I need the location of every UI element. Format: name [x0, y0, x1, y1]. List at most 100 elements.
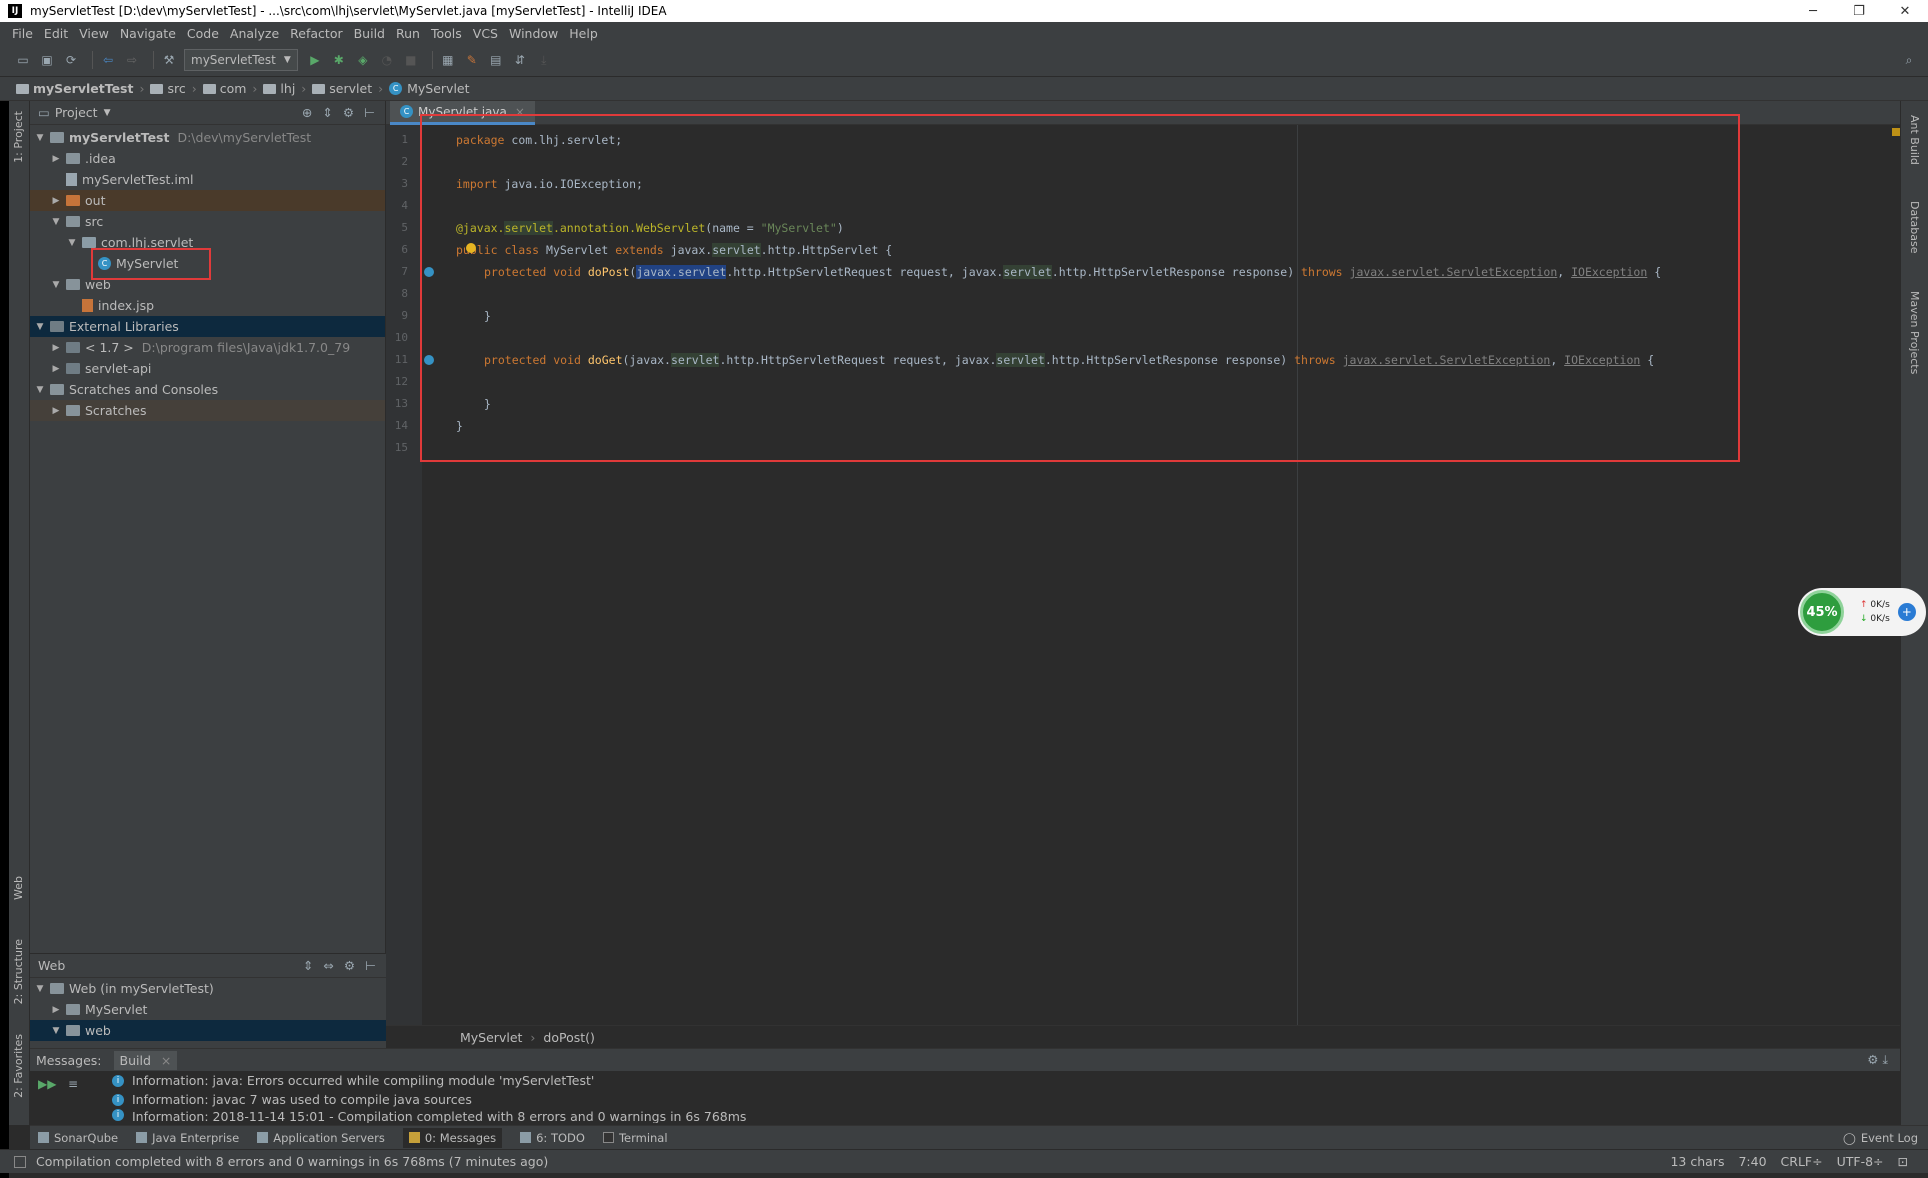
tool-tab-todo[interactable]: 6: TODO — [520, 1131, 585, 1145]
expand-arrow-icon[interactable]: ▼ — [66, 238, 78, 248]
breadcrumb-src[interactable]: src — [150, 81, 186, 96]
expand-arrow-icon[interactable]: ▼ — [34, 984, 46, 994]
tool-tab-maven[interactable]: Maven Projects — [1908, 291, 1921, 374]
tree-item-external-libraries[interactable]: ▼ External Libraries — [30, 316, 385, 337]
expand-arrow-icon[interactable]: ▼ — [34, 322, 46, 332]
message-line[interactable]: i Information: 2018-11-14 15:01 - Compila… — [30, 1109, 1900, 1123]
filter-icon[interactable]: ≡ — [68, 1077, 78, 1091]
menu-file[interactable]: File — [12, 26, 33, 41]
editor-crumb-method[interactable]: doPost() — [543, 1030, 595, 1045]
expand-arrow-icon[interactable]: ▼ — [34, 385, 46, 395]
web-tree-web[interactable]: ▼ web — [30, 1020, 386, 1041]
menu-edit[interactable]: Edit — [44, 26, 68, 41]
tree-item-iml[interactable]: myServletTest.iml — [30, 169, 385, 190]
editor-crumb-class[interactable]: MyServlet — [460, 1030, 522, 1045]
expand-arrow-icon[interactable]: ▼ — [34, 133, 46, 143]
message-line[interactable]: i Information: java: Errors occurred whil… — [30, 1071, 1900, 1090]
breadcrumb-com[interactable]: com — [202, 81, 246, 96]
back-arrow-icon[interactable]: ⇦ — [99, 51, 117, 69]
forward-arrow-icon[interactable]: ⇨ — [123, 51, 141, 69]
event-log-button[interactable]: ◯ Event Log — [1843, 1131, 1918, 1145]
breadcrumb-lhj[interactable]: lhj — [263, 81, 295, 96]
error-stripe-marker[interactable] — [1892, 128, 1900, 136]
tool-tab-ant-build[interactable]: Ant Build — [1908, 115, 1921, 165]
menu-build[interactable]: Build — [354, 26, 385, 41]
collapse-arrow-icon[interactable]: ▶ — [50, 196, 62, 206]
vcs-icon[interactable]: ⇵ — [511, 51, 529, 69]
gear-icon[interactable]: ⚙ — [343, 105, 354, 120]
run-icon[interactable]: ▶ — [306, 51, 324, 69]
open-folder-icon[interactable]: ▭ — [14, 51, 32, 69]
collapse-arrow-icon[interactable]: ▶ — [50, 406, 62, 416]
collapse-arrow-icon[interactable]: ▶ — [50, 364, 62, 374]
build-project-icon[interactable]: ⚒ — [160, 51, 178, 69]
tool-tab-web[interactable]: Web — [12, 876, 25, 900]
maximize-button[interactable]: ❐ — [1836, 4, 1882, 19]
expand-arrow-icon[interactable]: ▼ — [50, 280, 62, 290]
tool-tab-java-enterprise[interactable]: Java Enterprise — [136, 1131, 239, 1145]
tree-item-scratches-consoles[interactable]: ▼ Scratches and Consoles — [30, 379, 385, 400]
expand-all-icon[interactable]: ⇕ — [303, 958, 313, 973]
menu-refactor[interactable]: Refactor — [290, 26, 342, 41]
project-view-select[interactable]: Project — [55, 105, 98, 120]
minimize-button[interactable]: ─ — [1790, 4, 1836, 19]
status-encoding[interactable]: UTF-8÷ — [1837, 1154, 1884, 1169]
tool-tab-sonarqube[interactable]: SonarQube — [38, 1131, 118, 1145]
tree-item-src[interactable]: ▼ src — [30, 211, 385, 232]
tree-item-index-jsp[interactable]: index.jsp — [30, 295, 385, 316]
menu-run[interactable]: Run — [396, 26, 420, 41]
run-configuration-select[interactable]: myServletTest ▼ — [184, 49, 298, 71]
menu-help[interactable]: Help — [569, 26, 598, 41]
tree-item-out[interactable]: ▶ out — [30, 190, 385, 211]
collapse-arrow-icon[interactable]: ▶ — [50, 343, 62, 353]
tool-tab-application-servers[interactable]: Application Servers — [257, 1131, 385, 1145]
menu-vcs[interactable]: VCS — [473, 26, 498, 41]
sync-icon[interactable]: ⟳ — [62, 51, 80, 69]
save-icon[interactable]: ▣ — [38, 51, 56, 69]
status-caret-position[interactable]: 7:40 — [1738, 1154, 1766, 1169]
tree-item-idea[interactable]: ▶ .idea — [30, 148, 385, 169]
menu-analyze[interactable]: Analyze — [230, 26, 279, 41]
breadcrumb-myservlet[interactable]: C MyServlet — [389, 81, 470, 96]
profile-icon[interactable]: ◔ — [378, 51, 396, 69]
tool-tab-terminal[interactable]: Terminal — [602, 1131, 668, 1145]
collapse-all-icon[interactable]: ⇕ — [322, 105, 332, 120]
download-icon[interactable]: ⤓ — [535, 51, 553, 69]
messages-tab-build[interactable]: Build × — [113, 1050, 178, 1070]
network-speed-widget[interactable]: 45% ↑ 0K/s ↓ 0K/s + — [1798, 588, 1926, 636]
hide-panel-icon[interactable]: ⊢ — [365, 958, 376, 973]
tool-tab-project[interactable]: 1: Project — [12, 111, 25, 163]
menu-window[interactable]: Window — [509, 26, 558, 41]
tree-item-servlet-api[interactable]: ▶ servlet-api — [30, 358, 385, 379]
status-line-separator[interactable]: CRLF÷ — [1781, 1154, 1823, 1169]
collapse-arrow-icon[interactable]: ▶ — [50, 154, 62, 164]
search-everywhere-icon[interactable]: ⌕ — [1900, 51, 1918, 69]
expand-arrow-icon[interactable]: ▼ — [50, 217, 62, 227]
tree-item-project-root[interactable]: ▼ myServletTest D:\dev\myServletTest — [30, 127, 385, 148]
hide-panel-icon[interactable]: ⊢ — [364, 105, 375, 120]
menu-view[interactable]: View — [79, 26, 109, 41]
menu-code[interactable]: Code — [187, 26, 219, 41]
web-tree-root[interactable]: ▼ Web (in myServletTest) — [30, 978, 386, 999]
project-structure-icon[interactable]: ▦ — [439, 51, 457, 69]
collapse-arrow-icon[interactable]: ▶ — [50, 1005, 62, 1015]
tool-windows-toggle-icon[interactable] — [14, 1155, 26, 1168]
breadcrumb-project[interactable]: myServletTest — [16, 81, 133, 96]
chevron-down-icon[interactable]: ▼ — [104, 108, 111, 118]
stop-icon[interactable]: ■ — [402, 51, 420, 69]
close-button[interactable]: ✕ — [1882, 4, 1928, 19]
gear-icon[interactable]: ⚙ ⤓ — [1867, 1052, 1888, 1068]
web-tree-myservlet[interactable]: ▶ MyServlet — [30, 999, 386, 1020]
message-line[interactable]: i Information: javac 7 was used to compil… — [30, 1090, 1900, 1109]
tool-tab-messages[interactable]: 0: Messages — [402, 1127, 503, 1148]
locate-icon[interactable]: ⊕ — [302, 105, 312, 120]
status-message[interactable]: Compilation completed with 8 errors and … — [36, 1154, 548, 1169]
expand-arrow-icon[interactable]: ▼ — [50, 1026, 62, 1036]
sdk-icon[interactable]: ▤ — [487, 51, 505, 69]
lock-icon[interactable]: ⊡ — [1898, 1154, 1908, 1169]
close-icon[interactable]: × — [161, 1053, 171, 1068]
plus-icon[interactable]: + — [1897, 603, 1916, 621]
gear-icon[interactable]: ⚙ — [344, 958, 355, 973]
settings-tool-icon[interactable]: ✎ — [463, 51, 481, 69]
debug-icon[interactable]: ✱ — [330, 51, 348, 69]
